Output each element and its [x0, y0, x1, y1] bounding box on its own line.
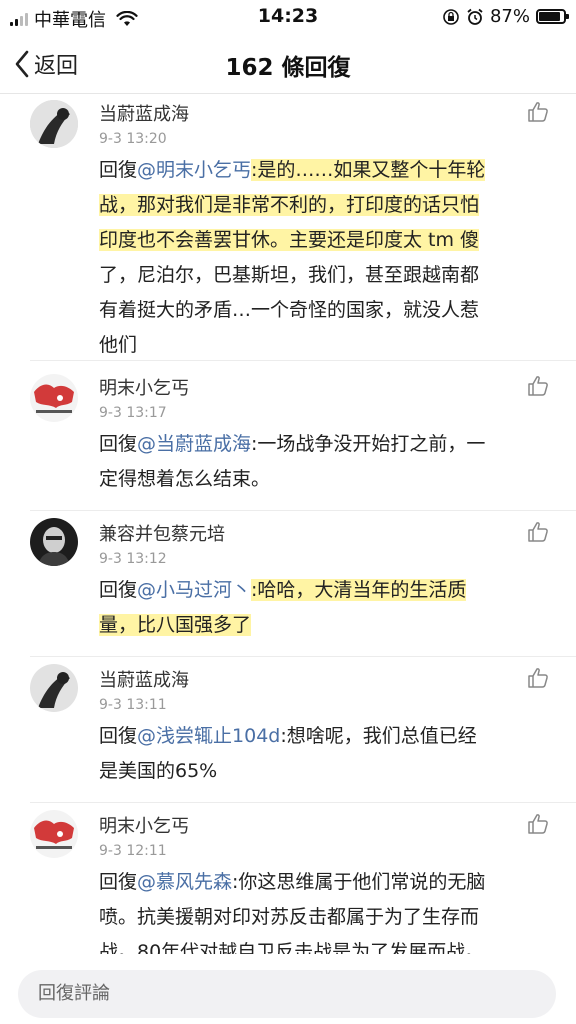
- avatar[interactable]: [30, 518, 78, 566]
- battery-percent: 87%: [489, 6, 530, 27]
- comment-item: 当蔚蓝成海 9-3 13:11 回復@浅尝辄止104d:想啥呢，我们总值已经 是…: [0, 660, 576, 804]
- comment-body: 回復@慕风先森:你这思维属于他们常说的无脑 喷。抗美援朝对印对苏反击都属于为了生…: [99, 865, 549, 954]
- comment-body: 回復@小马过河丶:哈哈，大清当年的生活质 量，比八国强多了: [99, 573, 549, 643]
- comment-line: 战。80年代对越自卫反击战是为了发展而战。: [99, 941, 485, 954]
- timestamp: 9-3 13:11: [99, 697, 167, 713]
- status-bar: 中華電信 14:23 87%: [0, 0, 576, 34]
- status-right: 87%: [442, 6, 569, 27]
- comment-line: 量，比八国强多了: [99, 614, 252, 636]
- reply-input[interactable]: 回復評論: [18, 970, 556, 1018]
- username[interactable]: 明末小乞丐: [99, 374, 189, 400]
- mention-link[interactable]: @明末小乞丐: [137, 159, 251, 181]
- timestamp: 9-3 13:20: [99, 131, 167, 147]
- reply-bar: 回復評論: [0, 956, 576, 1024]
- comment-item: 兼容并包蔡元培 9-3 13:12 回復@小马过河丶:哈哈，大清当年的生活质 量…: [0, 514, 576, 658]
- mention-link[interactable]: @小马过河丶: [137, 579, 251, 601]
- comment-item: 明末小乞丐 9-3 13:17 回復@当蔚蓝成海:一场战争没开始打之前，一 定得…: [0, 368, 576, 512]
- divider: [30, 656, 576, 657]
- thumbs-up-icon[interactable]: [526, 100, 550, 124]
- username[interactable]: 兼容并包蔡元培: [99, 520, 225, 546]
- comment-body: 回復@浅尝辄止104d:想啥呢，我们总值已经 是美国的65%: [99, 719, 549, 789]
- divider: [30, 360, 576, 361]
- comment-line: 了，尼泊尔，巴基斯坦，我们，甚至跟越南都: [99, 264, 480, 286]
- comment-line: 喷。抗美援朝对印对苏反击都属于为了生存而: [99, 906, 480, 928]
- thumbs-up-icon[interactable]: [526, 374, 550, 398]
- username[interactable]: 明末小乞丐: [99, 812, 189, 838]
- comment-line: 印度也不会善罢甘休。主要还是印度太 tm 傻: [99, 229, 480, 251]
- timestamp: 9-3 13:12: [99, 551, 167, 567]
- reply-prefix: 回復: [99, 159, 138, 181]
- avatar[interactable]: [30, 100, 78, 148]
- comment-line: 是美国的65%: [99, 760, 218, 782]
- divider: [30, 510, 576, 511]
- comment-line: :想啥呢，我们总值已经: [280, 725, 477, 747]
- username[interactable]: 当蔚蓝成海: [99, 666, 189, 692]
- comment-list[interactable]: 当蔚蓝成海 9-3 13:20 回復@明末小乞丐:是的……如果又整个十年轮 战，…: [0, 94, 576, 954]
- comment-line: 他们: [99, 334, 138, 356]
- reply-prefix: 回復: [99, 579, 138, 601]
- timestamp: 9-3 13:17: [99, 405, 167, 421]
- alarm-icon: [467, 8, 483, 25]
- comment-body: 回復@当蔚蓝成海:一场战争没开始打之前，一 定得想着怎么结束。: [99, 427, 549, 497]
- thumbs-up-icon[interactable]: [526, 666, 550, 690]
- reply-prefix: 回復: [99, 725, 138, 747]
- comment-line: :一场战争没开始打之前，一: [251, 433, 486, 455]
- mention-link[interactable]: @慕风先森: [137, 871, 232, 893]
- avatar[interactable]: [30, 810, 78, 858]
- comment-item: 当蔚蓝成海 9-3 13:20 回復@明末小乞丐:是的……如果又整个十年轮 战，…: [0, 94, 576, 362]
- username[interactable]: 当蔚蓝成海: [99, 100, 189, 126]
- comment-line: :哈哈，大清当年的生活质: [251, 579, 467, 601]
- avatar[interactable]: [30, 664, 78, 712]
- comment-line: :是的……如果又整个十年轮: [251, 159, 486, 181]
- reply-prefix: 回復: [99, 871, 138, 893]
- avatar[interactable]: [30, 374, 78, 422]
- timestamp: 9-3 12:11: [99, 843, 167, 859]
- thumbs-up-icon[interactable]: [526, 520, 550, 544]
- comment-line: 战，那对我们是非常不利的，打印度的话只怕: [99, 194, 480, 216]
- comment-item: 明末小乞丐 9-3 12:11 回復@慕风先森:你这思维属于他们常说的无脑 喷。…: [0, 806, 576, 954]
- battery-icon: [536, 9, 569, 24]
- page-title: 162 條回復: [225, 55, 351, 81]
- mention-link[interactable]: @浅尝辄止104d: [137, 725, 280, 747]
- nav-bar: 返回 162 條回復: [0, 36, 576, 94]
- thumbs-up-icon[interactable]: [526, 812, 550, 836]
- divider: [30, 802, 576, 803]
- comment-line: 有着挺大的矛盾…一个奇怪的国家，就没人惹: [99, 299, 480, 321]
- comment-line: 定得想着怎么结束。: [99, 468, 271, 490]
- mention-link[interactable]: @当蔚蓝成海: [137, 433, 251, 455]
- comment-body: 回復@明末小乞丐:是的……如果又整个十年轮 战，那对我们是非常不利的，打印度的话…: [99, 153, 549, 363]
- reply-prefix: 回復: [99, 433, 138, 455]
- comment-line: :你这思维属于他们常说的无脑: [232, 871, 486, 893]
- rotation-lock-icon: [443, 8, 459, 25]
